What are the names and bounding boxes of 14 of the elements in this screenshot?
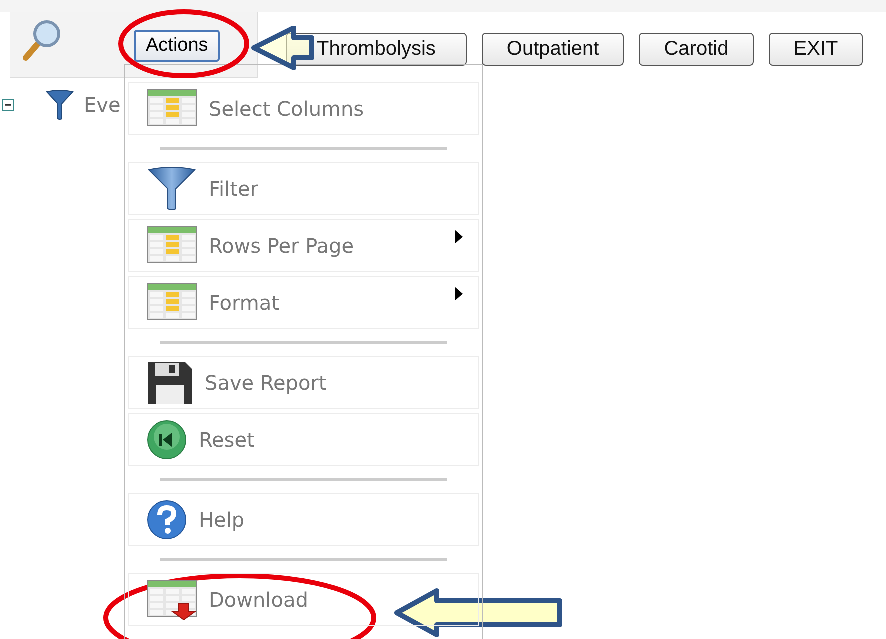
toolbar-button[interactable]: Thrombolysis	[286, 33, 467, 66]
toolbar-button[interactable]: Carotid	[639, 33, 754, 66]
menu-item[interactable]: Select Columns	[128, 82, 479, 135]
menu-item[interactable]: Reset	[128, 413, 479, 466]
actions-button[interactable]: Actions	[134, 30, 220, 62]
menu-item[interactable]: Rows Per Page	[128, 219, 479, 272]
toolbar-button[interactable]: EXIT	[768, 33, 864, 66]
tree-item[interactable]: Eve	[84, 93, 121, 117]
menu-item[interactable]: Save Report	[128, 356, 479, 409]
menu-item[interactable]: Filter	[128, 162, 479, 215]
menu-item[interactable]: Download	[128, 573, 479, 626]
menu-item[interactable]: Help	[128, 493, 479, 546]
toolbar-button[interactable]: Outpatient	[482, 33, 624, 66]
menu-item[interactable]: Format	[128, 276, 479, 329]
